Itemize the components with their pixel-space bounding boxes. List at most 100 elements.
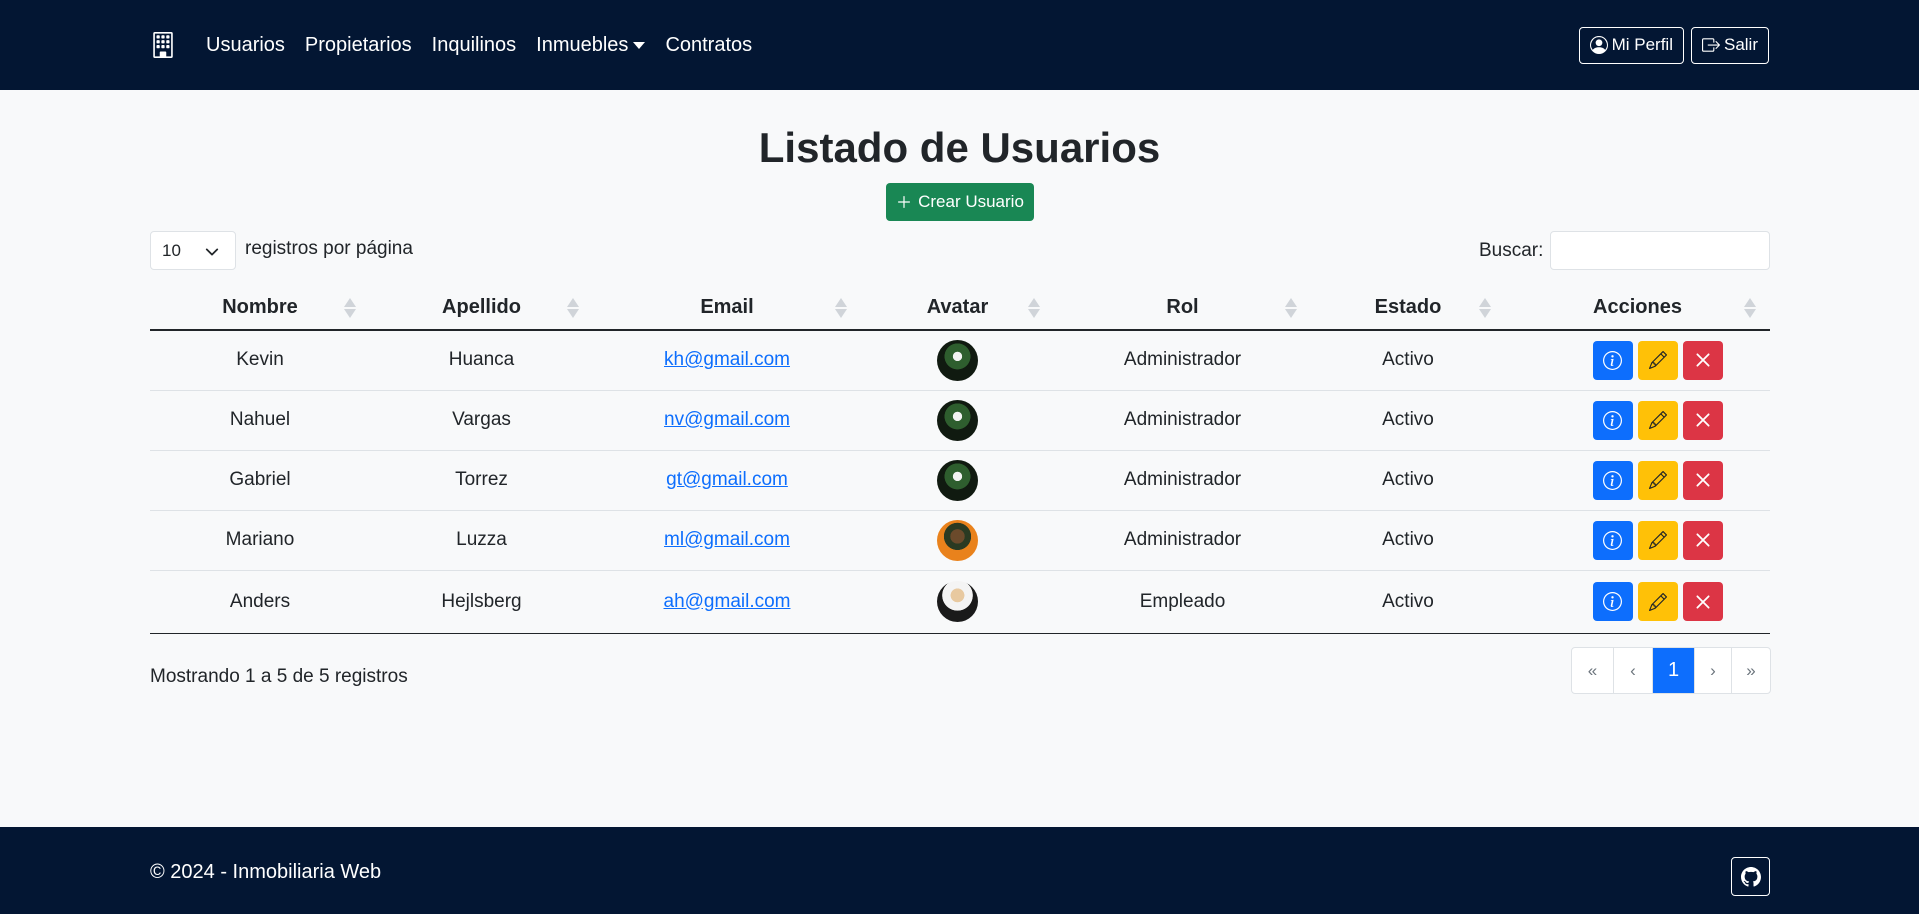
first-page-button[interactable]: « (1572, 648, 1614, 693)
email-link[interactable]: gt@gmail.com (666, 469, 788, 490)
cell-apellido: Vargas (370, 390, 593, 451)
cell-avatar (861, 570, 1054, 634)
cell-nombre: Anders (150, 570, 370, 634)
info-button[interactable] (1592, 400, 1633, 440)
email-link[interactable]: nv@gmail.com (664, 409, 790, 430)
cell-apellido: Huanca (370, 330, 593, 391)
avatar (937, 399, 978, 441)
cell-apellido: Hejlsberg (370, 570, 593, 634)
nombre-text: Anders (229, 590, 291, 612)
page-length-select[interactable]: 10 (150, 231, 236, 270)
cell-avatar (861, 450, 1054, 511)
column-header-acciones[interactable]: Acciones (1505, 286, 1770, 331)
chevron-down-icon (205, 248, 219, 256)
apellido-text: Torrez (455, 469, 508, 490)
column-header-apellido[interactable]: Apellido (370, 286, 593, 331)
info-button[interactable] (1592, 340, 1633, 380)
estado-text: Activo (1382, 529, 1434, 550)
cell-avatar (861, 330, 1054, 391)
create-user-button[interactable]: Crear Usuario (886, 183, 1034, 221)
avatar (937, 339, 978, 381)
column-header-email[interactable]: Email (593, 286, 861, 331)
sort-icon (1028, 298, 1040, 318)
column-header-avatar[interactable]: Avatar (861, 286, 1054, 331)
plus-icon (898, 196, 911, 208)
pencil-icon (1648, 471, 1667, 489)
page-button-1[interactable]: 1 (1653, 648, 1695, 693)
pencil-icon (1648, 592, 1667, 611)
info-button[interactable] (1592, 520, 1633, 560)
page-title: Listado de Usuarios (758, 124, 1161, 171)
edit-button[interactable] (1637, 520, 1678, 560)
rol-text: Administrador (1123, 409, 1242, 430)
apellido-text: Luzza (456, 529, 507, 550)
prev-page-button[interactable]: ‹ (1614, 648, 1653, 693)
edit-button[interactable] (1637, 340, 1678, 380)
sort-icon (1744, 298, 1756, 318)
x-icon (1695, 473, 1710, 487)
info-button[interactable] (1592, 460, 1633, 500)
column-header-rol[interactable]: Rol (1054, 286, 1311, 331)
nav-usuarios[interactable]: Usuarios (206, 34, 285, 57)
nav-inmuebles-dropdown[interactable]: Inmuebles (536, 34, 646, 57)
github-button[interactable] (1731, 857, 1770, 896)
search-input[interactable] (1550, 231, 1770, 270)
x-icon (1695, 413, 1710, 427)
rol-text: Administrador (1123, 469, 1242, 490)
pencil-icon (1648, 351, 1667, 370)
delete-button[interactable] (1682, 520, 1723, 560)
cell-email: gt@gmail.com (593, 450, 861, 511)
avatar (937, 459, 978, 501)
info-circle-icon (1603, 470, 1622, 490)
column-header-label: Estado (1374, 296, 1442, 318)
column-header-nombre[interactable]: Nombre (150, 286, 370, 331)
next-page-button[interactable]: › (1695, 648, 1732, 693)
column-header-estado[interactable]: Estado (1311, 286, 1505, 331)
info-button[interactable] (1592, 582, 1633, 621)
pagination: « ‹ 1 › » (1571, 647, 1771, 694)
table-header-row: Nombre Apellido Email Avatar Rol Estado … (150, 286, 1770, 331)
email-link[interactable]: ml@gmail.com (664, 529, 790, 550)
estado-text: Activo (1382, 409, 1434, 430)
sort-icon (1285, 298, 1297, 318)
column-header-label: Apellido (442, 296, 521, 318)
nav-inquilinos[interactable]: Inquilinos (432, 34, 517, 57)
building-icon[interactable] (150, 32, 176, 58)
delete-button[interactable] (1682, 460, 1723, 500)
x-icon (1695, 594, 1710, 609)
nav-contratos[interactable]: Contratos (665, 34, 752, 57)
cell-estado: Activo (1311, 570, 1505, 634)
nombre-text: Nahuel (229, 409, 291, 430)
last-page-button[interactable]: » (1732, 648, 1770, 693)
cell-nombre: Gabriel (150, 450, 370, 511)
avatar (937, 519, 978, 561)
rol-text: Administrador (1123, 529, 1242, 550)
email-link[interactable]: ah@gmail.com (664, 591, 791, 612)
pencil-icon (1648, 531, 1667, 549)
delete-button[interactable] (1682, 582, 1723, 621)
cell-estado: Activo (1311, 450, 1505, 511)
x-icon (1695, 533, 1710, 547)
footer-copyright: © 2024 - Inmobiliaria Web (150, 861, 382, 883)
edit-button[interactable] (1637, 582, 1678, 621)
cell-rol: Empleado (1054, 570, 1311, 634)
apellido-text: Vargas (452, 409, 511, 430)
nombre-text: Mariano (225, 529, 295, 550)
cell-acciones (1505, 510, 1770, 571)
delete-button[interactable] (1682, 400, 1723, 440)
profile-button[interactable]: Mi Perfil (1578, 26, 1684, 64)
person-circle-icon (1589, 36, 1608, 54)
edit-button[interactable] (1637, 460, 1678, 500)
table-row: Kevin Huanca kh@gmail.com Administrador … (150, 330, 1770, 391)
nav-propietarios[interactable]: Propietarios (305, 34, 412, 57)
logout-button[interactable]: Salir (1690, 26, 1769, 64)
email-link[interactable]: kh@gmail.com (664, 349, 790, 370)
search-label: Buscar: (1479, 240, 1544, 261)
caret-down-icon (633, 41, 646, 49)
delete-button[interactable] (1682, 340, 1723, 380)
edit-button[interactable] (1637, 400, 1678, 440)
rol-text: Administrador (1123, 349, 1242, 371)
pencil-icon (1648, 411, 1667, 429)
info-circle-icon (1603, 410, 1622, 430)
table-row: Gabriel Torrez gt@gmail.com Administrado… (150, 450, 1770, 511)
